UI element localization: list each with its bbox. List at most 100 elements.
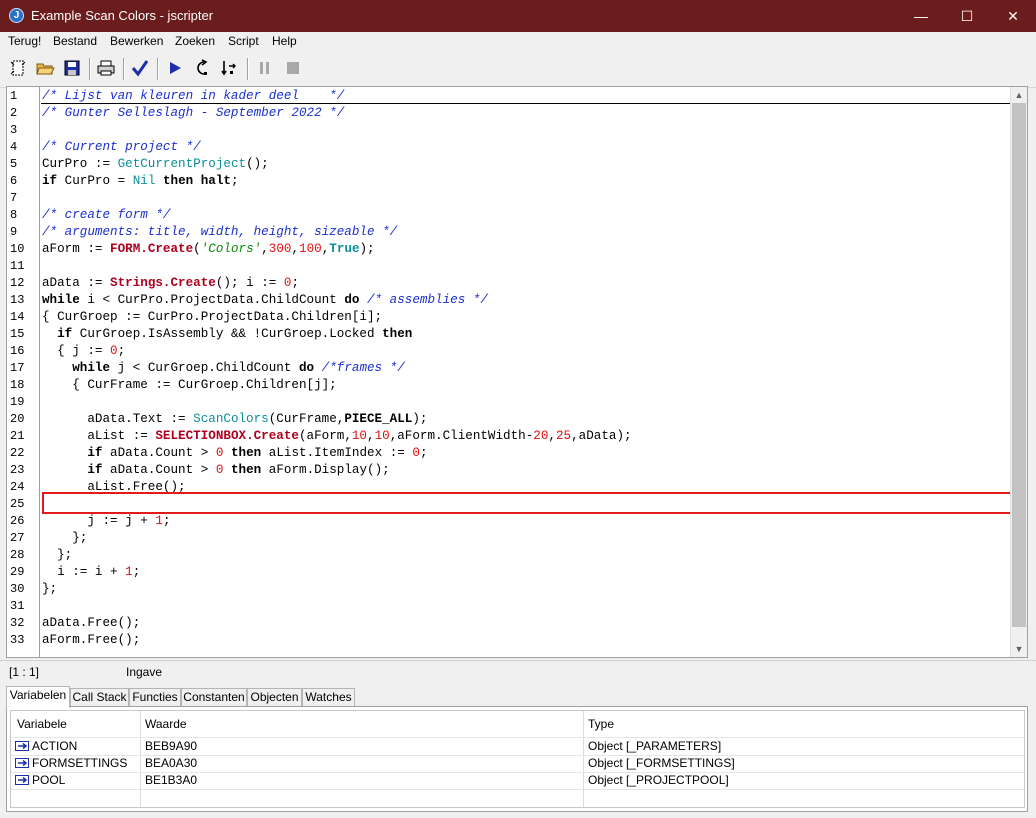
code-token: j := j +	[42, 514, 156, 528]
scrollbar-thumb[interactable]	[1012, 103, 1026, 627]
code-line[interactable]: aList := SELECTIONBOX.Create(aForm,10,10…	[42, 428, 631, 445]
save-icon[interactable]	[62, 58, 82, 78]
line-number: 20	[10, 412, 25, 426]
code-token: (aForm,	[298, 429, 352, 443]
close-button[interactable]: ✕	[990, 0, 1036, 32]
code-line[interactable]: j := j + 1;	[42, 513, 171, 530]
code-token: { j :=	[42, 344, 111, 358]
line-number: 3	[10, 123, 18, 137]
code-line[interactable]: /* Current project */	[42, 139, 201, 156]
stop-icon[interactable]	[283, 58, 303, 78]
line-number: 5	[10, 157, 18, 171]
code-line[interactable]: if CurPro = Nil then halt;	[42, 173, 239, 190]
code-line[interactable]: if aData.Count > 0 then aForm.Display();	[42, 462, 389, 479]
code-token: 1	[125, 565, 133, 579]
toolbar	[0, 51, 1036, 88]
code-line[interactable]: aData := Strings.Create(); i := 0;	[42, 275, 299, 292]
code-token: SELECTIONBOX.Create	[155, 429, 299, 443]
line-number: 30	[10, 582, 25, 596]
maximize-button[interactable]: ☐	[944, 0, 990, 32]
code-line[interactable]: if aData.Count > 0 then aList.ItemIndex …	[42, 445, 427, 462]
code-token: ,	[291, 242, 300, 256]
code-token: aList.ItemIndex :=	[261, 446, 413, 460]
line-number: 16	[10, 344, 25, 358]
code-line[interactable]: { CurGroep := CurPro.ProjectData.Childre…	[42, 309, 382, 326]
variable-value: BEA0A30	[145, 756, 198, 770]
code-line[interactable]: /* Gunter Selleslagh - September 2022 */	[42, 105, 344, 122]
code-token: then	[230, 446, 262, 460]
code-token: };	[42, 582, 58, 596]
code-line[interactable]: { j := 0;	[42, 343, 125, 360]
tab-call-stack[interactable]: Call Stack	[70, 688, 129, 706]
print-icon[interactable]	[96, 58, 116, 78]
menu-script[interactable]: Script	[228, 34, 259, 48]
menu-help[interactable]: Help	[272, 34, 297, 48]
code-token: CurPro :=	[42, 157, 118, 171]
code-token: j < CurGroep.ChildCount	[110, 361, 299, 375]
minimize-button[interactable]: —	[898, 0, 944, 32]
code-line[interactable]: };	[42, 530, 87, 547]
scroll-down-icon[interactable]: ▼	[1011, 641, 1027, 657]
scroll-up-icon[interactable]: ▲	[1011, 87, 1027, 103]
column-header-waarde[interactable]: Waarde	[145, 711, 187, 737]
code-line[interactable]: aForm.Free();	[42, 632, 140, 649]
open-folder-icon[interactable]	[35, 58, 55, 78]
menu-bewerken[interactable]: Bewerken	[110, 34, 163, 48]
column-header-type[interactable]: Type	[588, 711, 614, 737]
code-line[interactable]: while j < CurGroep.ChildCount do /*frame…	[42, 360, 405, 377]
table-row-name[interactable]: POOL	[15, 772, 65, 789]
code-line[interactable]: aData.Free();	[42, 615, 140, 632]
code-line[interactable]: /* arguments: title, width, height, size…	[42, 224, 397, 241]
code-token: then	[382, 327, 413, 341]
tab-constanten[interactable]: Constanten	[181, 688, 247, 706]
code-token: while	[72, 361, 111, 375]
code-token: PIECE_ALL	[344, 412, 413, 426]
new-file-icon[interactable]	[8, 58, 28, 78]
code-line[interactable]: CurPro := GetCurrentProject();	[42, 156, 269, 173]
line-number: 19	[10, 395, 25, 409]
code-line[interactable]: aData.Text := ScanColors(CurFrame,PIECE_…	[42, 411, 427, 428]
code-line[interactable]: };	[42, 547, 72, 564]
code-line[interactable]: };	[42, 581, 57, 598]
code-token: 100	[299, 242, 322, 256]
table-row-name[interactable]: ACTION	[15, 738, 77, 755]
code-token: aData.Text :=	[42, 412, 194, 426]
column-header-variabele[interactable]: Variabele	[17, 711, 67, 737]
table-row-name[interactable]: FORMSETTINGS	[15, 755, 127, 772]
code-token: 0	[412, 446, 420, 460]
code-line[interactable]: i := i + 1;	[42, 564, 140, 581]
line-number: 24	[10, 480, 25, 494]
code-line[interactable]: aForm := FORM.Create('Colors',300,100,Tr…	[42, 241, 375, 258]
code-token: (	[193, 242, 201, 256]
tab-watches[interactable]: Watches	[302, 688, 355, 706]
code-token: 1	[155, 514, 163, 528]
code-line[interactable]: /* create form */	[42, 207, 170, 224]
menu-terug[interactable]: Terug!	[8, 34, 41, 48]
line-number: 31	[10, 599, 25, 613]
check-syntax-icon[interactable]	[130, 58, 150, 78]
code-line[interactable]: while i < CurPro.ProjectData.ChildCount …	[42, 292, 488, 309]
line-number: 15	[10, 327, 25, 341]
code-line[interactable]: if CurGroep.IsAssembly && !CurGroep.Lock…	[42, 326, 412, 343]
tab-variabelen[interactable]: Variabelen	[6, 686, 70, 708]
code-line[interactable]: { CurFrame := CurGroep.Children[j];	[42, 377, 337, 394]
tab-objecten[interactable]: Objecten	[247, 688, 302, 706]
vertical-scrollbar[interactable]: ▲ ▼	[1010, 87, 1027, 657]
code-token: aData.Count >	[102, 446, 216, 460]
run-icon[interactable]	[165, 58, 185, 78]
pause-icon[interactable]	[255, 58, 275, 78]
edit-mode: Ingave	[126, 665, 163, 679]
code-token: True	[329, 242, 360, 256]
tab-functies[interactable]: Functies	[129, 688, 181, 706]
menu-zoeken[interactable]: Zoeken	[175, 34, 215, 48]
code-editor[interactable]: 1 2 3 4 5 6 7 8 9 10 11 12 13 14 15 16 17 18 19 20 21 22 23 24 2…	[6, 86, 1028, 658]
line-number: 10	[10, 242, 25, 256]
step-into-icon[interactable]	[191, 58, 211, 78]
step-over-icon[interactable]	[219, 58, 239, 78]
code-token: (CurFrame,	[268, 412, 345, 426]
object-variable-icon	[15, 758, 29, 768]
code-token: ;	[162, 514, 171, 528]
menu-bestand[interactable]: Bestand	[53, 34, 97, 48]
